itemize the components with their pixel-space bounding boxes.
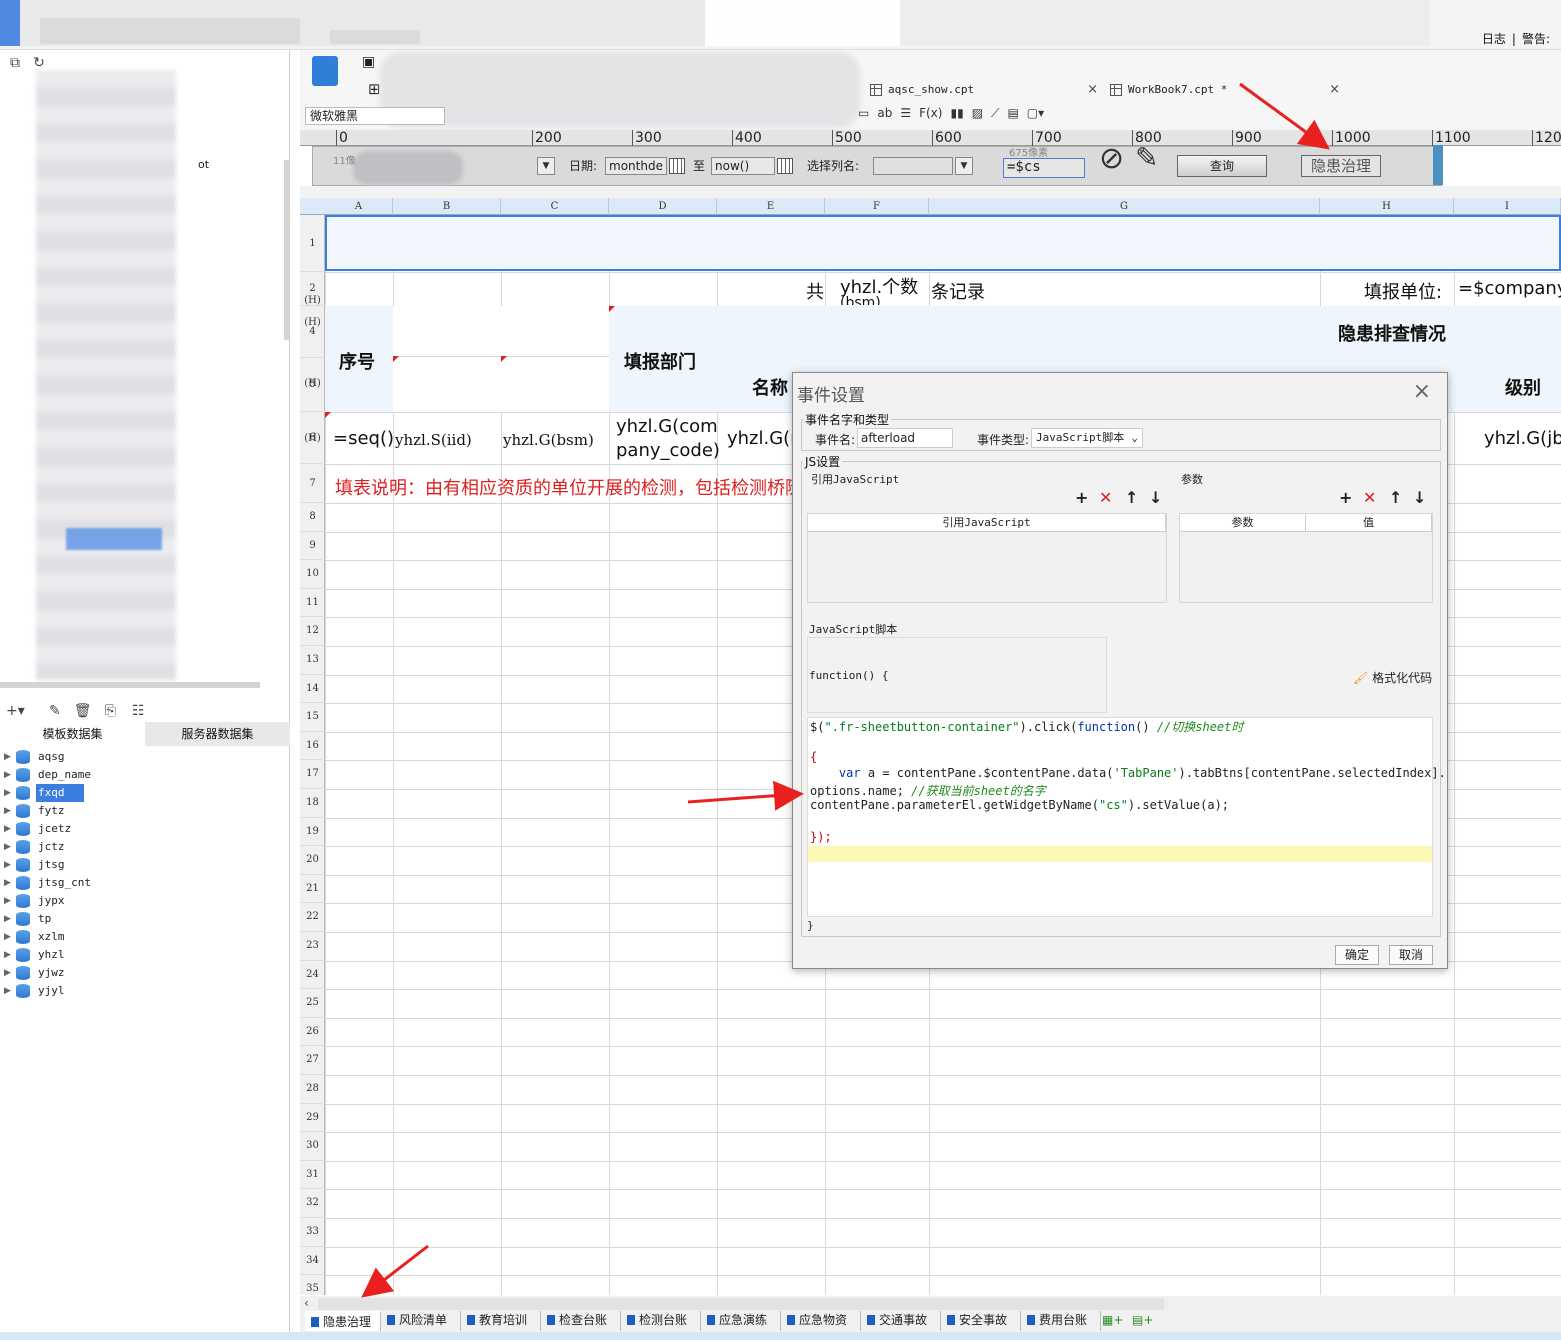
sheet-tab[interactable]: 费用台账 <box>1021 1311 1101 1331</box>
arrow-to-sheet-tab <box>361 1244 429 1298</box>
arrow-to-sheet-label <box>1239 82 1330 150</box>
sheet-tab[interactable]: 风险清单 <box>381 1311 461 1331</box>
sheet-tab[interactable]: 应急演练 <box>701 1311 781 1331</box>
sheet-tab[interactable]: 教育培训 <box>461 1311 541 1331</box>
sheet-tab[interactable]: 检查台账 <box>541 1311 621 1331</box>
annotation-arrows <box>361 82 1330 1298</box>
sheet-tab[interactable]: 交通事故 <box>861 1311 941 1331</box>
sheet-tab[interactable]: 应急物资 <box>781 1311 861 1331</box>
sheet-tab[interactable]: 检测台账 <box>621 1311 701 1331</box>
sheet-tab[interactable]: 安全事故 <box>941 1311 1021 1331</box>
arrow-to-code <box>687 780 804 811</box>
sheet-tab[interactable]: 隐患治理 <box>305 1311 381 1331</box>
